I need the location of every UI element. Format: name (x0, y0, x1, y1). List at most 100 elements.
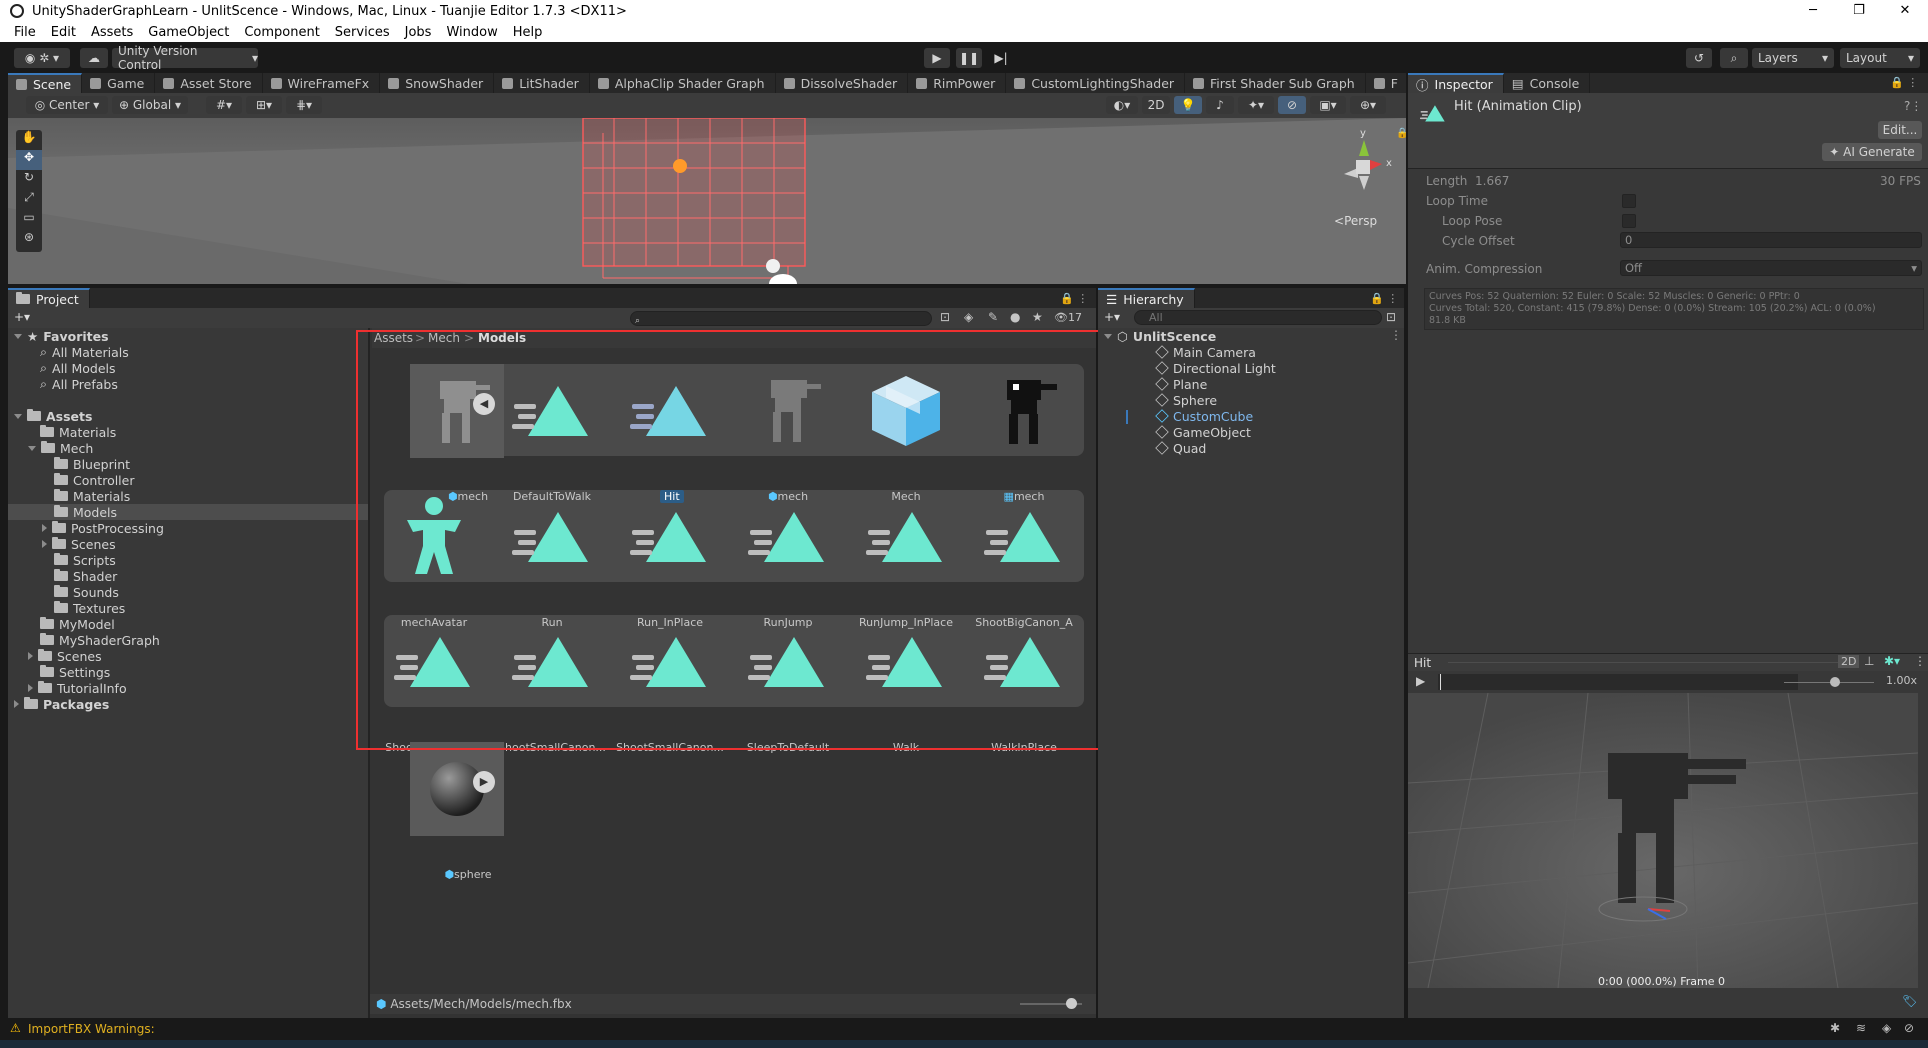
tab-overflow[interactable]: F (1366, 73, 1409, 93)
scale-tool-icon[interactable]: ⤢ (16, 190, 42, 210)
tab-console[interactable]: ▤ Console (1504, 73, 1591, 93)
lock-icon[interactable]: 🔒 ⋮ (1890, 76, 1918, 89)
hierarchy-item[interactable]: Sphere (1155, 392, 1217, 408)
tab-inspector[interactable]: ⓘ Inspector (1408, 73, 1504, 93)
tree-item[interactable]: Settings (40, 664, 110, 680)
info-icon[interactable]: ● (1010, 310, 1020, 324)
cycle-offset-field[interactable]: 0 (1620, 232, 1922, 248)
favorite-item[interactable]: ⌕ All Materials (40, 344, 129, 360)
pivot-dropdown[interactable]: ◎ Center ▾ (26, 96, 108, 114)
tree-item[interactable]: Packages (14, 696, 109, 712)
lock-icon[interactable]: 🔒 (1396, 128, 1406, 139)
tab-game[interactable]: Game (82, 73, 156, 93)
hidden-count[interactable]: 👁17 (1054, 311, 1082, 324)
orientation-gizmo[interactable]: y x 🔒 (1324, 128, 1406, 208)
preview-timeline-track[interactable] (1438, 674, 1798, 690)
speed-slider[interactable] (1784, 682, 1874, 683)
2d-toggle[interactable]: 2D (1142, 96, 1170, 114)
persp-label[interactable]: <Persp (1334, 214, 1377, 228)
filter-type-icon[interactable]: ⊡ (940, 310, 950, 324)
rotate-tool-icon[interactable]: ↻ (16, 170, 42, 190)
menu-services[interactable]: Services (335, 25, 390, 40)
tab-first-sub-graph[interactable]: First Shader Sub Graph (1185, 73, 1366, 93)
asset-label-icon[interactable]: 🏷 (1902, 994, 1917, 1008)
lock-icon[interactable]: 🔒 ⋮ (1060, 292, 1088, 305)
tree-item[interactable]: Scenes (28, 648, 102, 664)
asset-sphere[interactable]: ⬢sphere (388, 736, 504, 881)
tree-item[interactable]: Assets (14, 408, 92, 424)
tree-item[interactable]: Shader (54, 568, 117, 584)
draw-mode-button[interactable]: ◐▾ (1106, 96, 1138, 114)
cloud-status-icon[interactable]: ⊘ (1904, 1021, 1914, 1035)
scene-root[interactable]: ⬡ UnlitScence (1104, 328, 1216, 344)
menu-help[interactable]: Help (513, 25, 543, 40)
tree-item[interactable]: Scripts (54, 552, 116, 568)
help-icon[interactable]: ?⋮ (1904, 99, 1922, 113)
menu-component[interactable]: Component (244, 25, 319, 40)
menu-window[interactable]: Window (446, 25, 497, 40)
move-tool-icon[interactable]: ✥ (16, 150, 42, 170)
tab-scene[interactable]: Scene (8, 73, 83, 93)
edit-button[interactable]: Edit... (1878, 121, 1922, 139)
preview-drag-bar[interactable] (1448, 662, 1838, 663)
menu-jobs[interactable]: Jobs (405, 25, 432, 40)
camera-button[interactable]: ▣▾ (1310, 96, 1346, 114)
hierarchy-item-highlighted[interactable]: CustomCube (1155, 408, 1253, 424)
preview-play-button[interactable]: ▶ (1416, 674, 1425, 688)
status-message[interactable]: ImportFBX Warnings: (28, 1022, 155, 1036)
anim-compression-dropdown[interactable]: Off ▾ (1620, 260, 1922, 276)
avatar-icon[interactable]: ✱▾ (1884, 654, 1900, 668)
lock-icon[interactable]: 🔒 ⋮ (1370, 292, 1398, 305)
search-button[interactable]: ⌕ (1720, 48, 1748, 68)
space-dropdown[interactable]: ⊕ Global ▾ (112, 96, 188, 114)
tree-item[interactable]: PostProcessing (42, 520, 164, 536)
search-options-icon[interactable]: ⊡ (1386, 310, 1396, 324)
filter-label-icon[interactable]: ◈ (964, 310, 973, 324)
close-button[interactable]: ✕ (1882, 0, 1928, 22)
rect-tool-icon[interactable]: ▭ (16, 210, 42, 230)
project-search-input[interactable]: ⌕ (630, 311, 932, 326)
menu-icon[interactable]: ⋮ (1914, 654, 1926, 668)
snap-increment-button[interactable]: ⊞▾ (246, 96, 282, 114)
transform-tool-icon[interactable]: ⊛ (16, 230, 42, 250)
add-icon[interactable]: +▾ (1104, 310, 1120, 324)
speed-slider-thumb[interactable] (1830, 677, 1840, 687)
scene-menu-icon[interactable]: ⋮ (1390, 328, 1402, 342)
account-button[interactable]: ◉ ✲ ▾ (14, 48, 70, 68)
play-button[interactable]: ▶ (924, 48, 950, 68)
star-icon[interactable]: ★ (1032, 310, 1043, 324)
hand-tool-icon[interactable]: ✋ (16, 130, 42, 150)
tree-item[interactable]: Materials (54, 488, 130, 504)
tree-item[interactable]: Controller (54, 472, 135, 488)
tab-project[interactable]: Project (8, 288, 90, 308)
cloud-button[interactable]: ☁ (80, 48, 108, 68)
maximize-button[interactable]: ❐ (1836, 0, 1882, 22)
tree-item[interactable]: Materials (40, 424, 116, 440)
minimize-button[interactable]: ─ (1790, 0, 1836, 22)
tab-snowshader[interactable]: SnowShader (380, 73, 495, 93)
gizmos-button[interactable]: ⊕▾ (1350, 96, 1386, 114)
menu-assets[interactable]: Assets (91, 25, 133, 40)
tab-wireframefx[interactable]: WireFrameFx (263, 73, 381, 93)
step-button[interactable]: ▶| (988, 48, 1014, 68)
preview-timeline-cursor[interactable] (1440, 674, 1441, 690)
tree-item[interactable]: Textures (54, 600, 125, 616)
tab-rimpower[interactable]: RimPower (908, 73, 1007, 93)
tab-asset-store[interactable]: Asset Store (155, 73, 263, 93)
tab-litshader[interactable]: LitShader (494, 73, 590, 93)
preview-viewport[interactable]: 0:00 (000.0%) Frame 0 (1408, 693, 1918, 988)
favorites-header[interactable]: ★ Favorites (14, 328, 109, 344)
tab-dissolveshader[interactable]: DissolveShader (776, 73, 909, 93)
loop-pose-checkbox[interactable] (1622, 214, 1636, 228)
hierarchy-item[interactable]: Directional Light (1155, 360, 1276, 376)
layers-dropdown[interactable]: Layers ▾ (1752, 48, 1834, 68)
debug-icon[interactable]: ✱ (1830, 1021, 1840, 1035)
version-control-dropdown[interactable]: Unity Version Control ▾ (112, 44, 258, 72)
tree-item[interactable]: Scenes (42, 536, 116, 552)
tree-item[interactable]: MyModel (40, 616, 115, 632)
scene-viewport[interactable]: ✋ ✥ ↻ ⤢ ▭ ⊛ y x 🔒 <Persp (8, 118, 1406, 284)
preview-2d-toggle[interactable]: 2D (1838, 655, 1860, 668)
tree-item[interactable]: Sounds (54, 584, 119, 600)
progress-icon[interactable]: ◈ (1882, 1021, 1891, 1035)
zoom-slider-thumb[interactable] (1066, 998, 1077, 1009)
